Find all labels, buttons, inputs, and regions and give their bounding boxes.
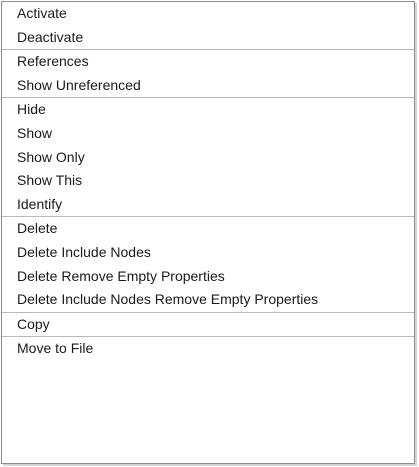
menu-item-delete-include-nodes[interactable]: Delete Include Nodes — [2, 241, 414, 265]
menu-group-activation: Activate Deactivate — [2, 2, 414, 51]
menu-item-copy[interactable]: Copy — [2, 313, 414, 337]
menu-group-copy: Copy — [2, 313, 414, 338]
menu-item-identify[interactable]: Identify — [2, 193, 414, 217]
menu-item-show-this[interactable]: Show This — [2, 169, 414, 193]
menu-item-references[interactable]: References — [2, 50, 414, 74]
menu-group-visibility: Hide Show Show Only Show This Identify — [2, 98, 414, 218]
menu-item-delete-include-nodes-remove-empty-properties[interactable]: Delete Include Nodes Remove Empty Proper… — [2, 288, 414, 312]
menu-item-show[interactable]: Show — [2, 122, 414, 146]
menu-group-move: Move to File — [2, 337, 414, 361]
menu-item-move-to-file[interactable]: Move to File — [2, 337, 414, 361]
menu-group-delete: Delete Delete Include Nodes Delete Remov… — [2, 217, 414, 313]
menu-group-references: References Show Unreferenced — [2, 50, 414, 99]
menu-item-show-unreferenced[interactable]: Show Unreferenced — [2, 74, 414, 98]
menu-item-delete[interactable]: Delete — [2, 217, 414, 241]
menu-item-delete-remove-empty-properties[interactable]: Delete Remove Empty Properties — [2, 265, 414, 289]
menu-item-show-only[interactable]: Show Only — [2, 146, 414, 170]
menu-item-deactivate[interactable]: Deactivate — [2, 26, 414, 50]
menu-item-hide[interactable]: Hide — [2, 98, 414, 122]
context-menu: Activate Deactivate References Show Unre… — [1, 1, 415, 464]
menu-item-activate[interactable]: Activate — [2, 2, 414, 26]
